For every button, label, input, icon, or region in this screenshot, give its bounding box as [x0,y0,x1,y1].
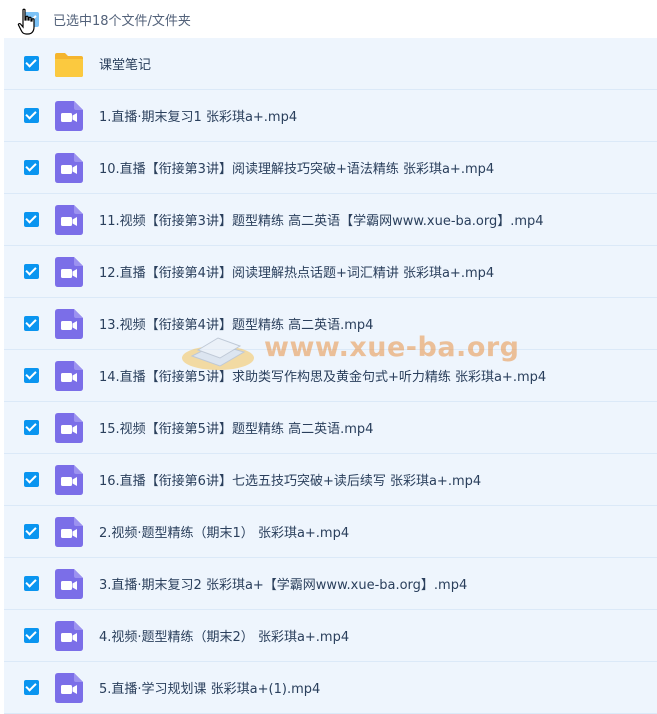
video-file-icon [55,620,83,651]
file-row[interactable]: 3.直播·期末复习2 张彩琪a+【学霸网www.xue-ba.org】.mp4 [4,558,657,610]
row-checkbox[interactable] [24,264,39,279]
file-name[interactable]: 11.视频【衔接第3讲】题型精练 高二英语【学霸网www.xue-ba.org】… [99,210,544,229]
file-row[interactable]: 14.直播【衔接第5讲】求助类写作构思及黄金句式+听力精练 张彩琪a+.mp4 [4,350,657,402]
file-row[interactable]: 12.直播【衔接第4讲】阅读理解热点话题+词汇精讲 张彩琪a+.mp4 [4,246,657,298]
row-checkbox[interactable] [24,368,39,383]
file-list: 课堂笔记 1.直播·期末复习1 张彩琪a+.mp4 10.直播【衔接第3讲】阅读理解… [4,38,657,714]
file-name[interactable]: 15.视频【衔接第5讲】题型精练 高二英语.mp4 [99,418,373,437]
file-name[interactable]: 5.直播·学习规划课 张彩琪a+(1).mp4 [99,678,320,697]
row-checkbox[interactable] [24,628,39,643]
file-row[interactable]: 16.直播【衔接第6讲】七选五技巧突破+读后续写 张彩琪a+.mp4 [4,454,657,506]
file-row[interactable]: 11.视频【衔接第3讲】题型精练 高二英语【学霸网www.xue-ba.org】… [4,194,657,246]
video-file-icon [55,412,83,443]
video-file-icon [55,256,83,287]
file-row[interactable]: 5.直播·学习规划课 张彩琪a+(1).mp4 [4,662,657,714]
file-row[interactable]: 1.直播·期末复习1 张彩琪a+.mp4 [4,90,657,142]
hand-cursor-icon [17,8,35,35]
file-name[interactable]: 4.视频·题型精练（期末2） 张彩琪a+.mp4 [99,626,349,645]
selection-count-label: 已选中18个文件/文件夹 [53,13,191,29]
row-checkbox[interactable] [24,472,39,487]
row-checkbox[interactable] [24,680,39,695]
video-file-icon [55,464,83,495]
file-name[interactable]: 2.视频·题型精练（期末1） 张彩琪a+.mp4 [99,522,349,541]
row-checkbox[interactable] [24,316,39,331]
file-name[interactable]: 14.直播【衔接第5讲】求助类写作构思及黄金句式+听力精练 张彩琪a+.mp4 [99,366,546,385]
file-row[interactable]: 10.直播【衔接第3讲】阅读理解技巧突破+语法精练 张彩琪a+.mp4 [4,142,657,194]
file-row[interactable]: 4.视频·题型精练（期末2） 张彩琪a+.mp4 [4,610,657,662]
file-name[interactable]: 12.直播【衔接第4讲】阅读理解热点话题+词汇精讲 张彩琪a+.mp4 [99,262,494,281]
row-checkbox[interactable] [24,420,39,435]
file-row[interactable]: 13.视频【衔接第4讲】题型精练 高二英语.mp4 [4,298,657,350]
video-file-icon [55,568,83,599]
file-row[interactable]: 2.视频·题型精练（期末1） 张彩琪a+.mp4 [4,506,657,558]
file-row[interactable]: 15.视频【衔接第5讲】题型精练 高二英语.mp4 [4,402,657,454]
row-checkbox[interactable] [24,160,39,175]
file-name[interactable]: 10.直播【衔接第3讲】阅读理解技巧突破+语法精练 张彩琪a+.mp4 [99,158,494,177]
file-row[interactable]: 课堂笔记 [4,38,657,90]
video-file-icon [55,516,83,547]
video-file-icon [55,308,83,339]
row-checkbox[interactable] [24,576,39,591]
row-checkbox[interactable] [24,108,39,123]
video-file-icon [55,152,83,183]
row-checkbox[interactable] [24,524,39,539]
selection-header: 已选中18个文件/文件夹 [0,0,657,38]
file-name[interactable]: 3.直播·期末复习2 张彩琪a+【学霸网www.xue-ba.org】.mp4 [99,574,467,593]
file-name[interactable]: 16.直播【衔接第6讲】七选五技巧突破+读后续写 张彩琪a+.mp4 [99,470,481,489]
file-name[interactable]: 13.视频【衔接第4讲】题型精练 高二英语.mp4 [99,314,373,333]
video-file-icon [55,100,83,131]
file-name[interactable]: 1.直播·期末复习1 张彩琪a+.mp4 [99,106,297,125]
row-checkbox[interactable] [24,56,39,71]
row-checkbox[interactable] [24,212,39,227]
file-name[interactable]: 课堂笔记 [99,54,151,73]
video-file-icon [55,360,83,391]
folder-icon [55,52,83,77]
video-file-icon [55,204,83,235]
video-file-icon [55,672,83,703]
